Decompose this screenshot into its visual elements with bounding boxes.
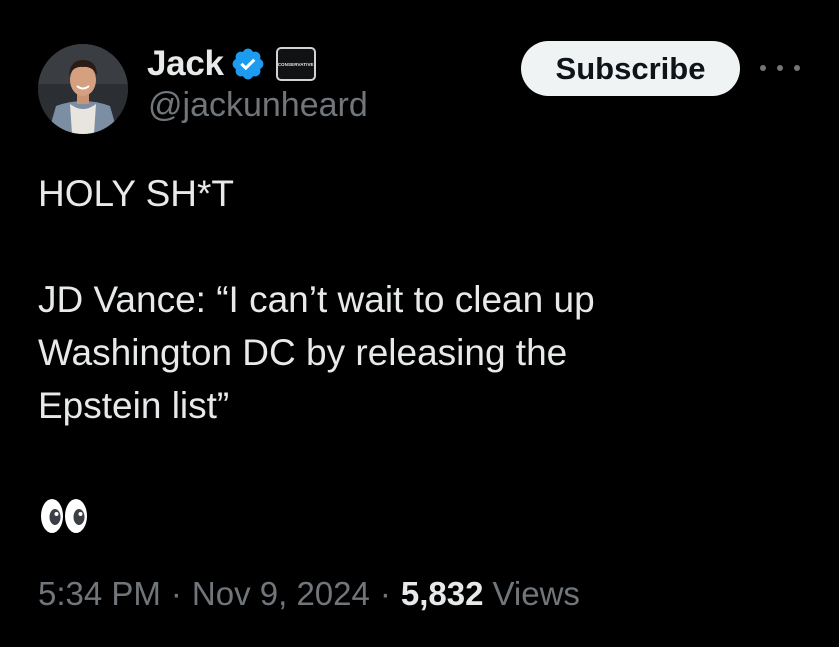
eyes-emoji-icon [40,497,88,535]
meta-separator: · [170,575,182,612]
meta-separator: · [379,575,391,612]
tweet-card: Jack CONSERVATIVE @jackunheard Subscribe… [0,0,839,647]
tweet-text-quote: JD Vance: “I can’t wait to clean up Wash… [38,279,595,426]
tweet-date[interactable]: Nov 9, 2024 [192,575,370,613]
tweet-time[interactable]: 5:34 PM [38,575,161,613]
more-dot [760,65,766,71]
display-name[interactable]: Jack [147,44,224,84]
author-name-row: Jack CONSERVATIVE [147,40,316,88]
avatar[interactable] [38,44,128,134]
more-dot [777,65,783,71]
more-options-icon[interactable] [760,60,800,76]
verified-badge-icon[interactable] [230,46,266,82]
more-dot [794,65,800,71]
tweet-meta: 5:34 PM · Nov 9, 2024 · 5,832 Views [38,575,580,613]
views-count[interactable]: 5,832 [401,575,484,613]
views-label: Views [492,575,580,612]
author-handle[interactable]: @jackunheard [148,86,368,125]
avatar-image [38,44,128,134]
subscribe-button[interactable]: Subscribe [521,41,740,96]
affiliation-badge[interactable]: CONSERVATIVE [275,47,316,81]
affiliation-badge-text: CONSERVATIVE [277,61,314,67]
tweet-text-line-1: HOLY SH*T [38,173,235,214]
